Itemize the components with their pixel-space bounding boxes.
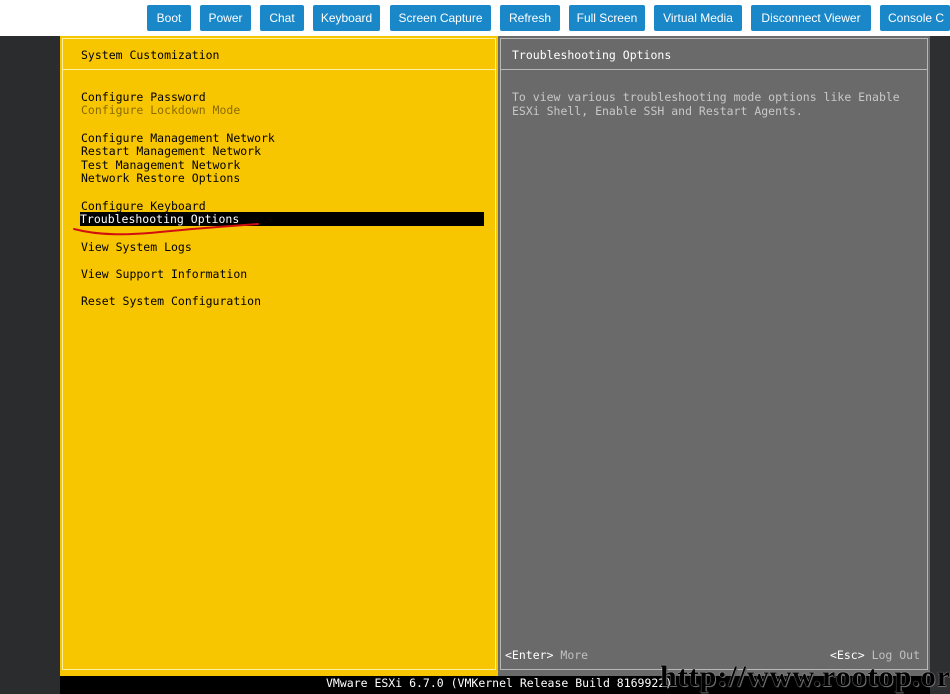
- left-pane-title: System Customization: [81, 48, 220, 62]
- enter-key-label: <Enter>: [505, 648, 554, 662]
- disconnect-viewer-button[interactable]: Disconnect Viewer: [751, 5, 871, 31]
- full-screen-button[interactable]: Full Screen: [569, 5, 645, 31]
- menu-item-view-system-logs[interactable]: View System Logs: [81, 240, 192, 254]
- enter-key-hint: <Enter> More: [505, 648, 588, 662]
- viewer-scrollbar[interactable]: [930, 36, 950, 694]
- screen-capture-button[interactable]: Screen Capture: [390, 5, 491, 31]
- enter-key-action: More: [560, 648, 589, 662]
- option-description: To view various troubleshooting mode opt…: [512, 90, 912, 118]
- viewer-background-left: [0, 36, 60, 694]
- menu-item-configure-management-network[interactable]: Configure Management Network: [81, 131, 275, 145]
- menu-item-configure-password[interactable]: Configure Password: [81, 90, 206, 104]
- chat-button[interactable]: Chat: [260, 5, 304, 31]
- right-pane-header-divider: [500, 69, 928, 70]
- boot-button[interactable]: Boot: [147, 5, 191, 31]
- description-line-2: ESXi Shell, Enable SSH and Restart Agent…: [512, 104, 803, 118]
- menu-item-test-management-network[interactable]: Test Management Network: [81, 158, 240, 172]
- power-button[interactable]: Power: [200, 5, 251, 31]
- right-pane-title: Troubleshooting Options: [512, 48, 672, 62]
- menu-item-view-support-information[interactable]: View Support Information: [81, 267, 247, 281]
- virtual-media-button[interactable]: Virtual Media: [654, 5, 742, 31]
- menu-item-troubleshooting-options[interactable]: Troubleshooting Options: [80, 212, 484, 226]
- refresh-button[interactable]: Refresh: [500, 5, 560, 31]
- esxi-version-text: VMware ESXi 6.7.0 (VMKernel Release Buil…: [326, 676, 673, 690]
- menu-item-restart-management-network[interactable]: Restart Management Network: [81, 144, 261, 158]
- system-customization-pane: System Customization Configure Password …: [60, 36, 498, 676]
- menu-item-reset-system-configuration[interactable]: Reset System Configuration: [81, 294, 261, 308]
- console-button[interactable]: Console C: [880, 5, 950, 31]
- description-line-1: To view various troubleshooting mode opt…: [512, 90, 900, 104]
- menu-item-network-restore-options[interactable]: Network Restore Options: [81, 171, 240, 185]
- right-pane-border: [500, 38, 928, 670]
- keyboard-button[interactable]: Keyboard: [313, 5, 380, 31]
- menu-item-configure-keyboard[interactable]: Configure Keyboard: [81, 199, 206, 213]
- kvm-toolbar: Boot Power Chat Keyboard Screen Capture …: [0, 0, 950, 36]
- menu-item-configure-lockdown-mode[interactable]: Configure Lockdown Mode: [81, 103, 240, 117]
- left-pane-header-divider: [62, 69, 496, 70]
- troubleshooting-description-pane: Troubleshooting Options To view various …: [498, 36, 930, 676]
- esxi-dcui-screen: System Customization Configure Password …: [60, 36, 930, 676]
- website-watermark: http://www.rootop.org: [660, 660, 950, 693]
